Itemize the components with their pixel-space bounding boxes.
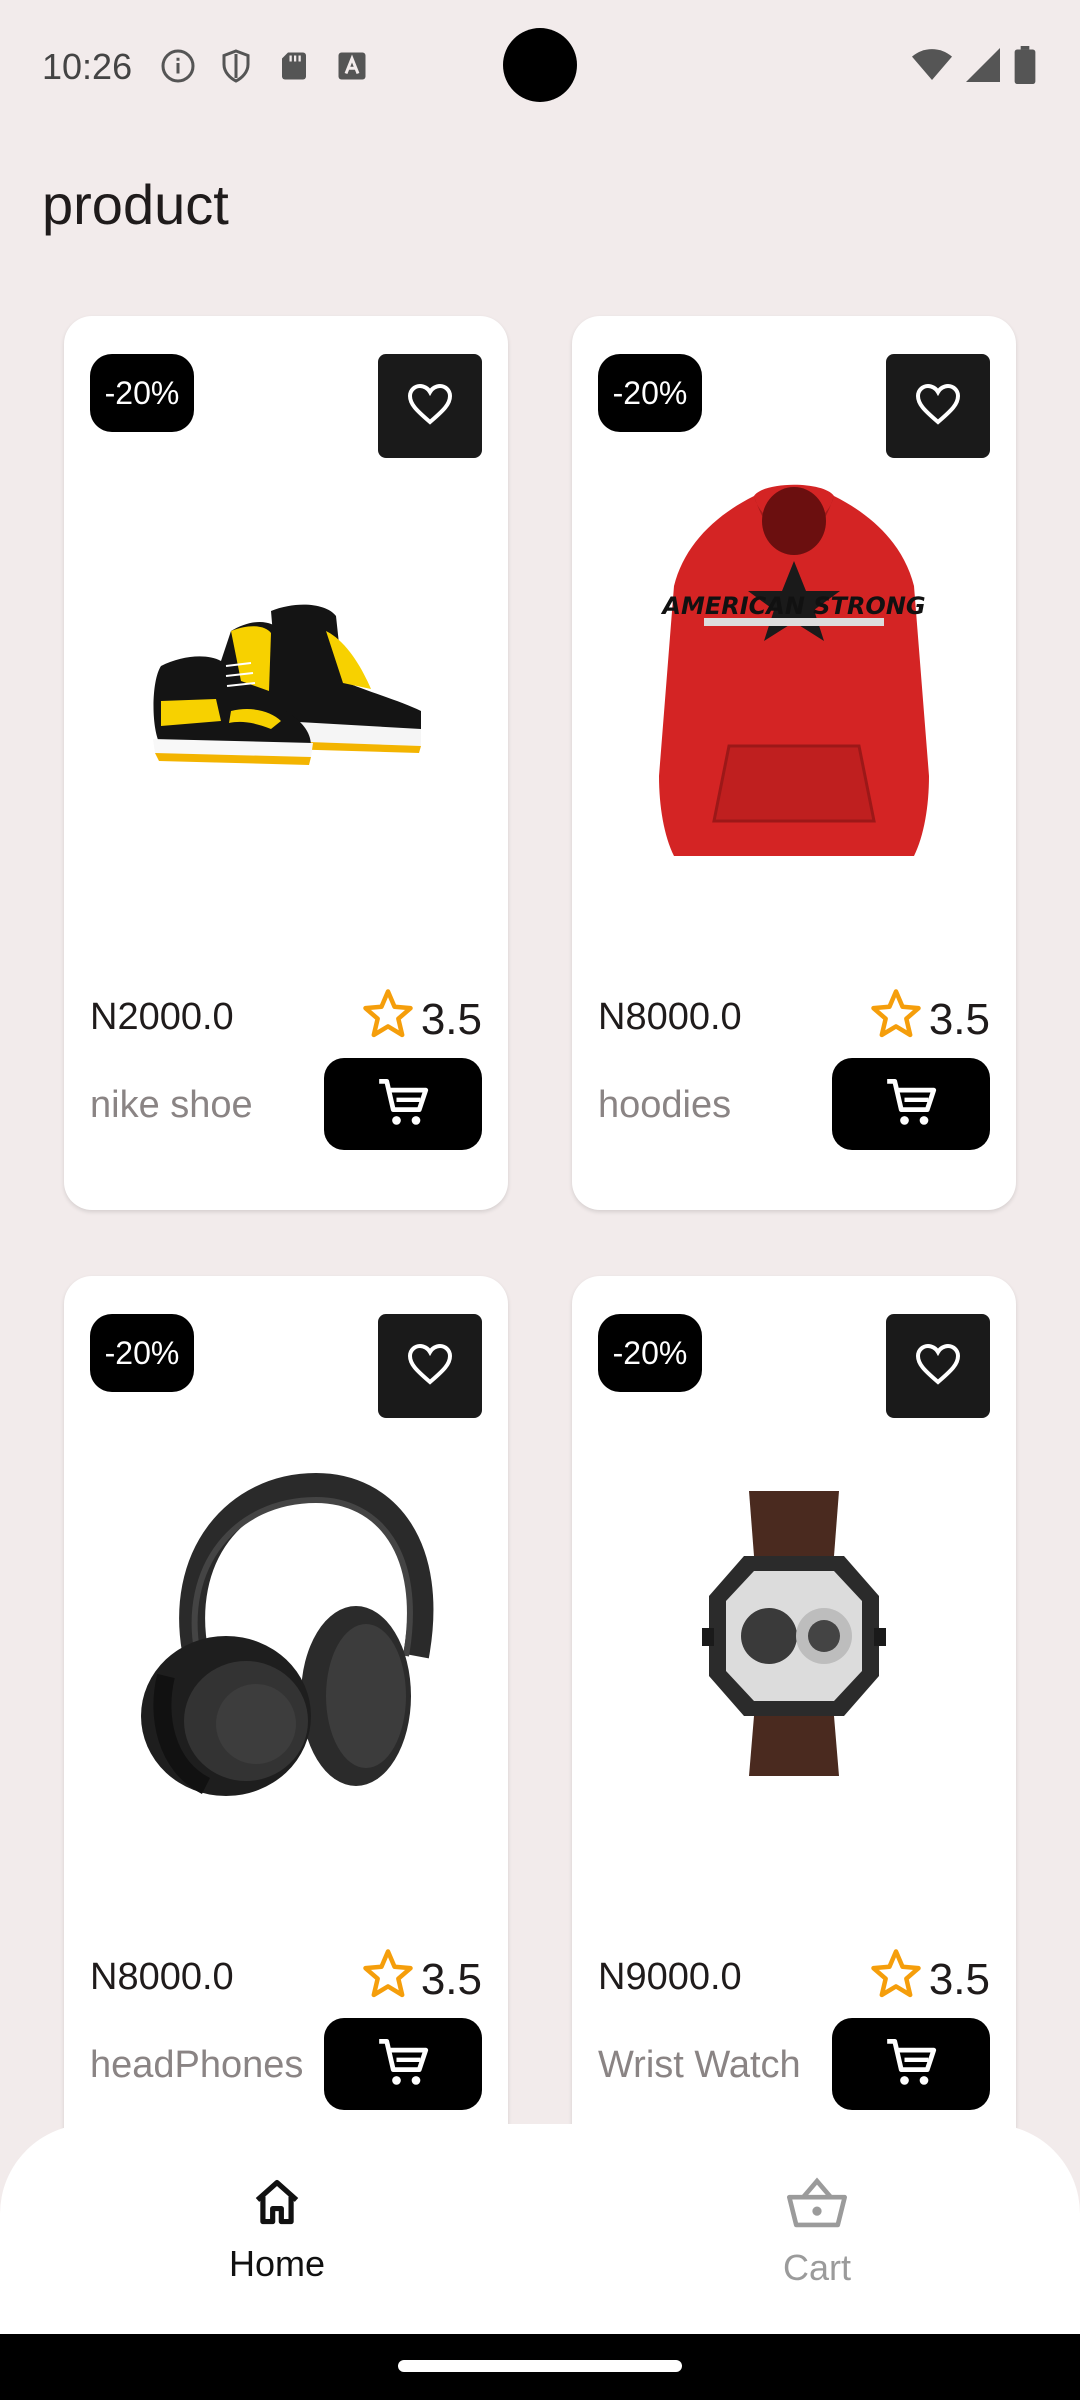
star-icon	[361, 1948, 415, 2011]
page-title: product	[42, 173, 229, 236]
discount-badge: -20%	[598, 1314, 702, 1392]
signal-icon	[966, 48, 1000, 87]
product-card[interactable]: -20% N2000.0 3.5 nike shoe	[64, 316, 508, 1210]
add-to-cart-button[interactable]	[324, 2018, 482, 2110]
wifi-icon	[912, 48, 952, 87]
product-card[interactable]: -20% N8000.0 3.5 headPhones	[64, 1276, 508, 2170]
system-gesture-bar	[0, 2334, 1080, 2400]
home-gesture-handle[interactable]	[398, 2360, 682, 2372]
favorite-button[interactable]	[886, 354, 990, 458]
rating-value: 3.5	[928, 994, 990, 1044]
status-time: 10:26	[42, 46, 133, 87]
star-icon	[361, 988, 415, 1051]
hoodie-image: AMERICAN STRONG	[612, 466, 976, 886]
discount-badge: -20%	[90, 1314, 194, 1392]
star-icon	[869, 988, 923, 1051]
sneaker-image	[104, 466, 468, 886]
status-icons-left	[160, 48, 370, 84]
product-name: nike shoe	[90, 1084, 253, 1126]
discount-badge: -20%	[598, 354, 702, 432]
camera-cutout	[503, 28, 577, 102]
rating-value: 3.5	[420, 994, 482, 1044]
star-icon	[869, 1948, 923, 2011]
product-name: headPhones	[90, 2044, 304, 2086]
price-label: N8000.0	[90, 1956, 234, 1998]
product-name: Wrist Watch	[598, 2044, 801, 2086]
hoodie-print-text: AMERICAN STRONG	[660, 592, 925, 620]
heart-icon	[406, 1342, 454, 1391]
home-icon	[251, 2176, 303, 2231]
discount-badge: -20%	[90, 354, 194, 432]
heart-icon	[914, 1342, 962, 1391]
info-icon	[160, 48, 196, 84]
cart-icon	[377, 1077, 429, 1132]
sd-card-icon	[276, 48, 312, 84]
battery-icon	[1014, 46, 1036, 89]
text-a-icon	[334, 48, 370, 84]
headphones-image	[104, 1426, 468, 1846]
rating: 3.5	[361, 988, 482, 1051]
price-label: N9000.0	[598, 1956, 742, 1998]
price-label: N2000.0	[90, 996, 234, 1038]
rating-value: 3.5	[420, 1954, 482, 2004]
price-label: N8000.0	[598, 996, 742, 1038]
heart-icon	[914, 382, 962, 431]
nav-item-cart[interactable]: Cart	[717, 2176, 917, 2289]
heart-icon	[406, 382, 454, 431]
bottom-navigation: Home Cart	[0, 2124, 1080, 2334]
product-card[interactable]: -20% AMERICAN STRONG N8000.0 3.5 hoodies	[572, 316, 1016, 1210]
product-name: hoodies	[598, 1084, 732, 1126]
wristwatch-image	[612, 1426, 976, 1846]
status-bar: 10:26	[0, 0, 1080, 130]
rating: 3.5	[869, 1948, 990, 2011]
basket-icon	[787, 2176, 847, 2235]
cart-icon	[885, 2037, 937, 2092]
rating-value: 3.5	[928, 1954, 990, 2004]
nav-label-cart: Cart	[782, 2247, 851, 2288]
add-to-cart-button[interactable]	[832, 1058, 990, 1150]
add-to-cart-button[interactable]	[832, 2018, 990, 2110]
favorite-button[interactable]	[378, 354, 482, 458]
favorite-button[interactable]	[886, 1314, 990, 1418]
rating: 3.5	[361, 1948, 482, 2011]
cart-icon	[377, 2037, 429, 2092]
status-icons-right	[912, 46, 1036, 89]
favorite-button[interactable]	[378, 1314, 482, 1418]
cart-icon	[885, 1077, 937, 1132]
nav-item-home[interactable]: Home	[177, 2176, 377, 2285]
shield-icon	[218, 48, 254, 84]
add-to-cart-button[interactable]	[324, 1058, 482, 1150]
rating: 3.5	[869, 988, 990, 1051]
nav-label-home: Home	[228, 2243, 326, 2284]
product-card[interactable]: -20% N9000.0 3.5 Wrist Watch	[572, 1276, 1016, 2170]
